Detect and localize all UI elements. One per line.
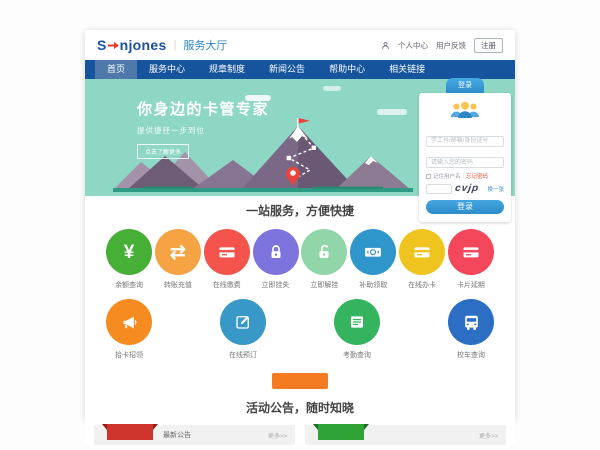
captcha-row: cvjp 换一张	[426, 184, 504, 194]
announcements-title: 活动公告，随时知晓	[85, 399, 515, 416]
edit-icon	[220, 299, 266, 345]
list-icon	[334, 299, 380, 345]
more-services-wrap: 更多服务>>	[85, 370, 515, 389]
service-item-online-payment[interactable]: 在线缴费	[204, 229, 250, 290]
username-input[interactable]	[426, 136, 504, 147]
red-arrow-icon	[108, 41, 119, 50]
cloud-icon	[323, 86, 341, 91]
site-name: 服务大厅	[183, 37, 227, 53]
user-icon	[381, 41, 390, 50]
remember-row: 记住用户名 | 忘记密码	[426, 172, 504, 180]
unlock-icon	[301, 229, 347, 275]
lock-icon	[253, 229, 299, 275]
service-item-subsidy[interactable]: 补助领取	[350, 229, 396, 290]
login-tab[interactable]: 登录	[446, 78, 484, 93]
service-item-lost-found[interactable]: 拾卡招领	[106, 299, 152, 360]
logo-text: S	[97, 37, 107, 53]
service-item-school-bus[interactable]: 校车查询	[448, 299, 494, 360]
announcements-right-column: 使用指南 更多>>	[305, 425, 506, 445]
nav-rules[interactable]: 规章制度	[197, 60, 257, 79]
announcements-section: 活动公告，随时知晓 使用须知 最新公告 更多>> 使用指南 更多>>	[85, 399, 515, 445]
logo-text: njones	[120, 37, 167, 53]
more-link[interactable]: 更多>>	[268, 431, 287, 440]
webpage: S njones | 服务大厅 个人中心 用户反馈 注册 首页 服务中心 规章制…	[85, 30, 515, 420]
service-item-online-booking[interactable]: 在线预订	[220, 299, 266, 360]
nav-home[interactable]: 首页	[95, 60, 137, 79]
remember-checkbox[interactable]	[426, 174, 431, 179]
login-panel: 登录 记住用户名 | 忘记密码 cvjp 换一张	[419, 74, 511, 222]
users-icon	[426, 100, 504, 124]
transfer-arrows-icon: ⇄	[155, 229, 201, 275]
bank-card-icon	[399, 229, 445, 275]
service-item-transfer[interactable]: ⇄ 转账充值	[155, 229, 201, 290]
service-item-apply-card[interactable]: 在线办卡	[399, 229, 445, 290]
password-input[interactable]	[426, 157, 504, 168]
hero-cta-button[interactable]: 点击了解更多	[137, 144, 189, 159]
register-button[interactable]: 注册	[474, 38, 503, 53]
logo[interactable]: S njones	[97, 37, 167, 53]
service-item-balance[interactable]: ¥ 余额查询	[106, 229, 152, 290]
hero-title: 你身边的卡管专家	[137, 98, 269, 119]
announcements-bar: 使用须知 最新公告 更多>> 使用指南 更多>>	[85, 425, 515, 445]
more-link[interactable]: 更多>>	[479, 431, 498, 440]
user-feedback-link[interactable]: 用户反馈	[436, 40, 466, 51]
separator: |	[463, 173, 464, 179]
usage-notice-tab[interactable]: 使用须知	[107, 424, 153, 440]
yen-icon: ¥	[106, 229, 152, 275]
bank-card-icon	[204, 229, 250, 275]
personal-center-link[interactable]: 个人中心	[398, 40, 428, 51]
nav-news[interactable]: 新闻公告	[257, 60, 317, 79]
header-links: 个人中心 用户反馈 注册	[381, 38, 503, 53]
captcha-refresh-link[interactable]: 换一张	[487, 185, 504, 193]
megaphone-icon	[106, 299, 152, 345]
hero-text: 你身边的卡管专家 提供捷径一步到位 点击了解更多	[137, 98, 269, 159]
site-header: S njones | 服务大厅 个人中心 用户反馈 注册	[85, 30, 515, 60]
latest-news-tab[interactable]: 最新公告	[163, 430, 191, 440]
captcha-input[interactable]	[426, 184, 452, 194]
captcha-image: cvjp	[454, 184, 479, 194]
service-item-report-loss[interactable]: 立即挂失	[253, 229, 299, 290]
nav-help-center[interactable]: 帮助中心	[317, 60, 377, 79]
cloud-icon	[377, 109, 407, 115]
header-divider: |	[174, 39, 177, 51]
services-grid: ¥ 余额查询 ⇄ 转账充值 在线缴费 立即挂失	[85, 229, 515, 369]
remember-label: 记住用户名	[433, 172, 461, 180]
login-button[interactable]: 登录	[426, 200, 504, 214]
usage-guide-tab[interactable]: 使用指南	[318, 424, 364, 440]
service-item-attendance[interactable]: 考勤查询	[334, 299, 380, 360]
service-item-unfreeze[interactable]: 立即解挂	[301, 229, 347, 290]
more-services-button[interactable]: 更多服务>>	[272, 373, 328, 389]
nav-service-center[interactable]: 服务中心	[137, 60, 197, 79]
bus-icon	[448, 299, 494, 345]
forgot-password-link[interactable]: 忘记密码	[466, 172, 488, 180]
services-section: 一站服务，方便快捷 ¥ 余额查询 ⇄ 转账充值 在线缴费 立即挂失	[85, 196, 515, 389]
bank-card-icon	[448, 229, 494, 275]
service-item-card-extension[interactable]: 卡片延期	[448, 229, 494, 290]
hero-subtitle: 提供捷径一步到位	[137, 125, 269, 136]
announcements-left-column: 使用须知 最新公告 更多>>	[94, 425, 295, 445]
login-card: 记住用户名 | 忘记密码 cvjp 换一张 登录	[419, 93, 511, 222]
banknote-icon	[350, 229, 396, 275]
